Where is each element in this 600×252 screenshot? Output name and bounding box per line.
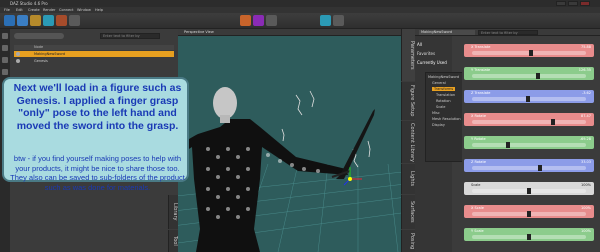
menu-connect[interactable]: Connect	[59, 8, 73, 12]
title-bar: DAZ Studio 4.6 Pro	[0, 0, 600, 7]
scene-filter-input[interactable]: Enter text to filter by	[100, 33, 160, 39]
tree-mesh-resolution[interactable]: Mesh Resolution	[432, 117, 461, 121]
slider-x-rotate[interactable]: X Rotate 87.47	[464, 113, 594, 126]
translate-tool-icon[interactable]	[69, 15, 80, 26]
tree-misc[interactable]: Misc	[432, 111, 440, 115]
maximize-button[interactable]	[568, 1, 578, 6]
scene-row-genesis[interactable]: Genesis	[14, 58, 174, 64]
tab-figure-setup[interactable]: Figure Setup	[401, 82, 415, 120]
visibility-icon[interactable]	[16, 59, 20, 63]
tab-tool[interactable]: Tool	[168, 230, 178, 252]
menu-help[interactable]: Help	[95, 8, 103, 12]
view-icon[interactable]	[2, 45, 8, 51]
menu-window[interactable]: Window	[77, 8, 91, 12]
slider-knob[interactable]	[527, 211, 531, 217]
app-title: DAZ Studio 4.6 Pro	[10, 1, 48, 6]
tab-content-library[interactable]: Content Library	[401, 121, 415, 163]
toolbar	[0, 13, 600, 29]
parameters-filter-input[interactable]: Enter text to filter by	[478, 30, 538, 35]
settings-icon[interactable]	[2, 69, 8, 75]
tree-display[interactable]: Display	[432, 123, 445, 127]
tree-translation[interactable]: Translation	[436, 93, 455, 97]
tree-scale[interactable]: Scale	[436, 105, 445, 109]
rotate-tool-icon[interactable]	[56, 15, 67, 26]
pin-icon[interactable]	[2, 33, 8, 39]
tree-general[interactable]: General	[432, 81, 446, 85]
slider-knob[interactable]	[535, 73, 540, 79]
menu-file[interactable]: File	[4, 8, 10, 12]
tree-transforms[interactable]: Transforms	[432, 87, 456, 91]
slider-knob[interactable]	[529, 50, 534, 56]
select-tool-icon[interactable]	[4, 15, 15, 26]
surface-selection-tool-icon[interactable]	[253, 15, 264, 26]
slider-x-translate[interactable]: X Translate 75.88	[464, 44, 594, 57]
slider-knob[interactable]	[527, 234, 531, 240]
tree-makingnewsword[interactable]: MakingNewSword	[428, 75, 459, 79]
parameter-sliders: X Translate 75.88 Y Translate 126.35 Z Tra…	[462, 42, 600, 252]
spot-render-tool-icon[interactable]	[240, 15, 251, 26]
slider-x-scale[interactable]: X Scale 100%	[464, 205, 594, 218]
group-favorites[interactable]: Favorites	[417, 51, 435, 56]
slider-knob[interactable]	[551, 119, 556, 125]
slider-y-rotate[interactable]: Y Rotate -69.28	[464, 136, 594, 149]
viewport[interactable]	[178, 29, 401, 252]
menu-render[interactable]: Render	[43, 8, 55, 12]
scale-tool-icon[interactable]	[266, 15, 277, 26]
group-currently-used[interactable]: Currently Used	[417, 60, 447, 65]
node-selection-tool-icon[interactable]	[17, 15, 28, 26]
tab-posing[interactable]: Posing	[401, 230, 415, 252]
lock-icon[interactable]	[2, 57, 8, 63]
tab-surfaces[interactable]: Surfaces	[401, 195, 415, 229]
viewport-camera-select[interactable]: Perspective View	[184, 30, 214, 34]
active-pose-tool-icon[interactable]	[43, 15, 54, 26]
viewport-header: Perspective View	[178, 29, 401, 36]
scene-view-toggle[interactable]	[14, 33, 64, 39]
property-tree: MakingNewSword General Transforms Transl…	[425, 72, 465, 162]
scene-row-makingnewsword[interactable]: MakingNewSword	[14, 51, 174, 57]
callout-note-text: btw - if you find yourself making poses …	[10, 154, 185, 192]
figure-body	[178, 119, 348, 252]
node-select[interactable]: MakingNewSword	[419, 30, 475, 35]
menu-edit[interactable]: Edit	[16, 8, 23, 12]
tab-parameters[interactable]: Parameters	[401, 29, 415, 81]
tab-library[interactable]: Library	[168, 195, 178, 229]
slider-knob[interactable]	[525, 96, 530, 102]
tree-rotation[interactable]: Rotation	[436, 99, 451, 103]
slider-y-translate[interactable]: Y Translate 126.35	[464, 67, 594, 80]
slider-z-rotate[interactable]: Z Rotate 33.03	[464, 159, 594, 172]
slider-z-translate[interactable]: Z Translate -3.62	[464, 90, 594, 103]
menu-create[interactable]: Create	[28, 8, 40, 12]
universal-tool-icon[interactable]	[30, 15, 41, 26]
slider-knob[interactable]	[538, 165, 542, 171]
slider-knob[interactable]	[506, 142, 511, 148]
tutorial-callout: Next we'll load in a figure such as Gene…	[2, 77, 189, 192]
camera-icon[interactable]	[333, 15, 344, 26]
slider-y-scale[interactable]: Y Scale 100%	[464, 228, 594, 241]
figure-head	[213, 87, 237, 119]
visibility-icon[interactable]	[16, 52, 20, 56]
slider-knob[interactable]	[527, 188, 531, 194]
tab-lights[interactable]: Lights	[401, 164, 415, 194]
callout-main-text: Next we'll load in a figure such as Gene…	[13, 82, 182, 132]
slider-scale[interactable]: Scale 100%	[464, 182, 594, 195]
render-icon[interactable]	[320, 15, 331, 26]
close-button[interactable]	[580, 1, 590, 6]
viewport-scene	[178, 87, 401, 252]
group-all[interactable]: All	[417, 42, 422, 47]
minimize-button[interactable]	[556, 1, 566, 6]
scene-tree-header: Node	[14, 45, 174, 50]
